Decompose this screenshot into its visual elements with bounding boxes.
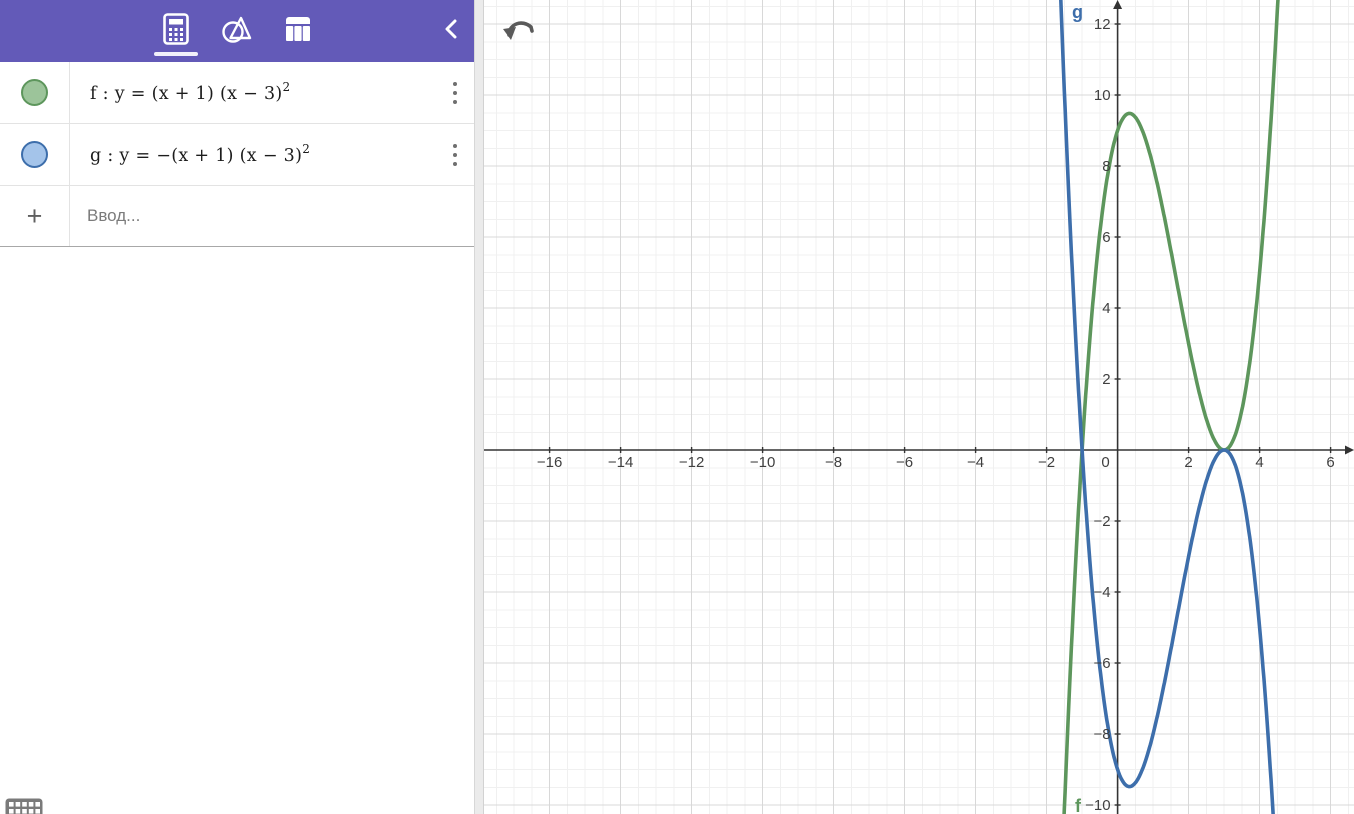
expression-f-exponent: 2	[282, 80, 291, 95]
graphics-view[interactable]: −16 −14 −12 −10 −8 −6 −4 −2 2 4 6 12 10 8 6 4 2 −2 −4 −6 −8 −…	[484, 0, 1354, 814]
plot-canvas[interactable]: −16 −14 −12 −10 −8 −6 −4 −2 2 4 6 12 10 8 6 4 2 −2 −4 −6 −8 −…	[484, 0, 1354, 814]
expression-g[interactable]: g : y = −(x + 1) (x − 3)2	[70, 142, 311, 166]
curve-f[interactable]	[484, 0, 1354, 814]
x-tick-label: 4	[1255, 454, 1263, 471]
visibility-toggle-g[interactable]	[0, 124, 70, 185]
plot-color-circle-f[interactable]	[21, 79, 48, 106]
visibility-toggle-f[interactable]	[0, 62, 70, 123]
curve-label-g[interactable]: g	[1072, 2, 1083, 22]
kebab-icon	[453, 90, 457, 95]
row-menu-f-button[interactable]	[446, 76, 464, 110]
y-tick-label: 8	[1102, 158, 1110, 175]
geometry-icon	[221, 14, 253, 49]
algebra-row-g[interactable]: g : y = −(x + 1) (x − 3)2	[0, 124, 474, 186]
curve-label-f[interactable]: f	[1075, 796, 1082, 814]
tab-algebra-calculator[interactable]	[152, 0, 200, 62]
y-tick-label: 6	[1102, 229, 1110, 246]
calculator-icon	[162, 12, 190, 51]
x-tick-label: −4	[967, 454, 984, 471]
keyboard-toggle-button[interactable]	[5, 798, 43, 814]
tab-geometry[interactable]	[213, 0, 261, 62]
expression-input[interactable]	[70, 196, 474, 236]
undo-button[interactable]	[502, 14, 536, 44]
y-tick-label: −4	[1093, 584, 1110, 601]
kebab-icon	[453, 152, 457, 157]
plot-color-circle-g[interactable]	[21, 141, 48, 168]
algebra-sidebar: f : y = (x + 1) (x − 3)2 g : y = −(x + 1…	[0, 0, 474, 814]
kebab-icon	[453, 161, 457, 166]
x-tick-label: −12	[679, 454, 704, 471]
x-tick-label: −14	[608, 454, 633, 471]
x-tick-label: −2	[1038, 454, 1055, 471]
undo-arrow-icon	[502, 21, 536, 48]
y-tick-label: −10	[1085, 797, 1110, 814]
y-tick-label: 2	[1102, 371, 1110, 388]
row-menu-g-button[interactable]	[446, 138, 464, 172]
tab-spreadsheet[interactable]	[274, 0, 322, 62]
add-expression-button[interactable]: +	[0, 186, 70, 246]
y-tick-label: 4	[1102, 300, 1110, 317]
expression-f[interactable]: f : y = (x + 1) (x − 3)2	[70, 80, 291, 104]
expression-g-text: g : y = −(x + 1) (x − 3)	[90, 145, 303, 166]
x-tick-label: 6	[1326, 454, 1334, 471]
x-tick-label: −8	[825, 454, 842, 471]
x-axis-arrow	[1345, 445, 1354, 455]
x-tick-label: −16	[537, 454, 562, 471]
y-tick-label: 10	[1094, 87, 1111, 104]
y-axis-arrow	[1113, 0, 1123, 9]
x-tick-label: −6	[896, 454, 913, 471]
y-tick-label: −6	[1093, 655, 1110, 672]
x-tick-label: 2	[1184, 454, 1192, 471]
sidebar-resize-handle[interactable]	[474, 0, 484, 814]
new-expression-row: +	[0, 186, 474, 247]
y-tick-label: −2	[1093, 513, 1110, 530]
origin-label: 0	[1101, 454, 1109, 471]
y-tick-label: −8	[1093, 726, 1110, 743]
collapse-sidebar-button[interactable]	[444, 0, 458, 62]
expression-g-exponent: 2	[302, 142, 311, 157]
x-tick-label: −10	[750, 454, 775, 471]
table-icon	[284, 15, 312, 48]
geogebra-app: f : y = (x + 1) (x − 3)2 g : y = −(x + 1…	[0, 0, 1354, 814]
algebra-row-f[interactable]: f : y = (x + 1) (x − 3)2	[0, 62, 474, 124]
kebab-icon	[453, 99, 457, 104]
kebab-icon	[453, 143, 457, 148]
plus-icon: +	[26, 200, 43, 231]
grid	[484, 0, 1354, 814]
sidebar-header	[0, 0, 474, 62]
kebab-icon	[453, 81, 457, 86]
curve-g[interactable]	[484, 0, 1354, 814]
chevron-left-icon	[444, 19, 458, 44]
axes	[484, 0, 1354, 814]
expression-f-text: f : y = (x + 1) (x − 3)	[90, 83, 283, 104]
y-tick-label: 12	[1094, 16, 1111, 33]
